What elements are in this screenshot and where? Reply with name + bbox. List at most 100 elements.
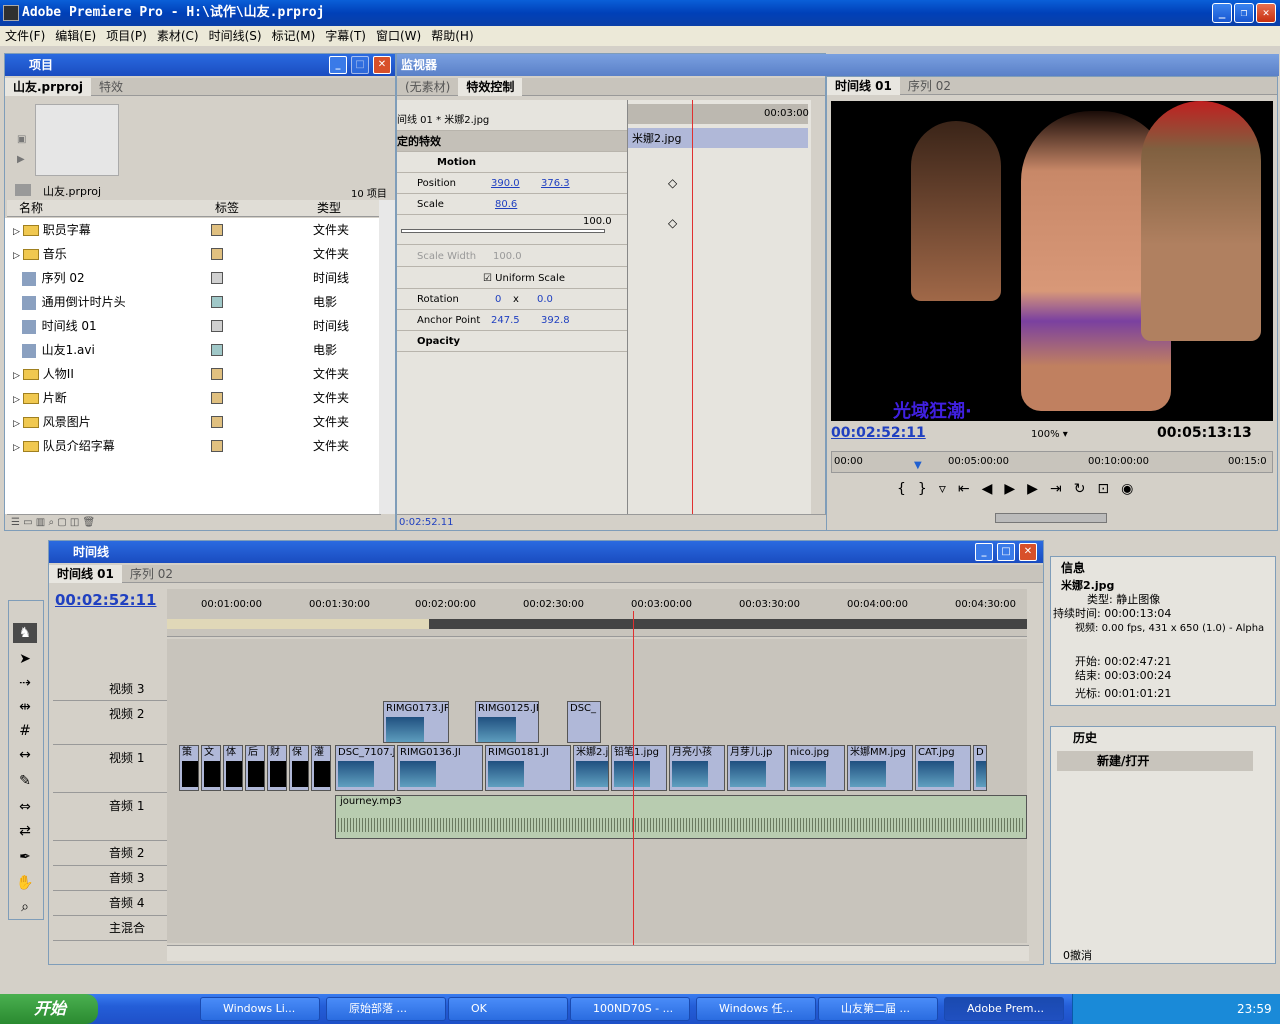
expand-icon[interactable]: ▷ bbox=[13, 227, 23, 237]
set-in-icon[interactable]: { bbox=[897, 481, 918, 497]
minimize-button[interactable]: _ bbox=[1212, 3, 1232, 23]
marker-icon[interactable]: ▿ bbox=[939, 481, 958, 497]
track-audio-4[interactable]: 音频 4 bbox=[53, 891, 167, 916]
project-item[interactable]: ▷ 音乐 文件夹 bbox=[13, 242, 357, 266]
loop-icon[interactable]: ↻ bbox=[1074, 481, 1098, 497]
find-icon[interactable]: ⌕ bbox=[48, 517, 54, 528]
premiere-tool-icon[interactable]: ♞ bbox=[13, 623, 37, 643]
column-label[interactable]: 标签 bbox=[215, 200, 239, 217]
track-video-3[interactable]: 视频 3 bbox=[53, 677, 167, 701]
rate-stretch-tool-icon[interactable]: ↔ bbox=[13, 745, 37, 765]
play-button-icon[interactable]: ▶ bbox=[1004, 481, 1027, 497]
image-clip[interactable]: DSC_7107.J bbox=[335, 745, 395, 791]
title-clip[interactable]: 策 bbox=[179, 745, 199, 791]
track-select-tool-icon[interactable]: ⇢ bbox=[13, 673, 37, 693]
history-item[interactable]: 新建/打开 bbox=[1057, 751, 1253, 771]
image-clip[interactable]: 铅笔1.jpg bbox=[611, 745, 667, 791]
column-type[interactable]: 类型 bbox=[317, 200, 341, 217]
ripple-edit-tool-icon[interactable]: ⇹ bbox=[13, 697, 37, 717]
label-swatch[interactable] bbox=[211, 344, 223, 356]
taskbar-item[interactable]: Adobe Prem... bbox=[944, 997, 1064, 1021]
image-clip[interactable]: 月芽儿.jp bbox=[727, 745, 785, 791]
expand-icon[interactable] bbox=[13, 299, 22, 309]
maximize-button[interactable]: ❐ bbox=[1234, 3, 1254, 23]
position-keyframe[interactable]: ◇ bbox=[668, 176, 677, 190]
selection-tool-icon[interactable]: ➤ bbox=[13, 649, 37, 669]
timeline-timecode[interactable]: 00:02:52:11 bbox=[55, 591, 157, 609]
go-to-in-icon[interactable]: ⇤ bbox=[958, 481, 982, 497]
menu-edit[interactable]: 编辑(E) bbox=[50, 26, 101, 46]
menu-clip[interactable]: 素材(C) bbox=[152, 26, 204, 46]
delete-icon[interactable]: 🗑 bbox=[83, 517, 96, 528]
zoom-select[interactable]: 100% ▾ bbox=[1031, 429, 1068, 440]
expand-icon[interactable]: ▷ bbox=[13, 371, 23, 381]
label-swatch[interactable] bbox=[211, 272, 223, 284]
title-clip[interactable]: 文 bbox=[201, 745, 221, 791]
taskbar-item[interactable]: 原始部落 ... bbox=[326, 997, 446, 1021]
track-master[interactable]: 主混合 bbox=[53, 916, 167, 941]
menu-title[interactable]: 字幕(T) bbox=[320, 26, 371, 46]
project-item[interactable]: ▷ 队员介绍字幕 文件夹 bbox=[13, 434, 357, 458]
expand-icon[interactable]: ▷ bbox=[13, 443, 23, 453]
project-maximize-button[interactable]: □ bbox=[351, 56, 369, 74]
expand-icon[interactable]: ▷ bbox=[13, 251, 23, 261]
track-video-1[interactable]: 视频 1 bbox=[53, 745, 167, 793]
label-swatch[interactable] bbox=[211, 392, 223, 404]
clip-v2-0[interactable]: RIMG0173.JPG bbox=[383, 701, 449, 743]
position-x-value[interactable]: 390.0 bbox=[491, 173, 520, 194]
taskbar-item[interactable]: 100ND70S - ... bbox=[570, 997, 690, 1021]
timeline-close-button[interactable]: ✕ bbox=[1019, 543, 1037, 561]
project-minimize-button[interactable]: _ bbox=[329, 56, 347, 74]
ec-playhead[interactable] bbox=[692, 100, 693, 514]
menu-timeline[interactable]: 时间线(S) bbox=[204, 26, 267, 46]
tab-timeline-main[interactable]: 时间线 01 bbox=[49, 565, 122, 583]
ec-current-time[interactable]: 0:02:52.11 bbox=[397, 517, 453, 528]
rolling-edit-tool-icon[interactable]: # bbox=[13, 721, 37, 741]
image-clip[interactable]: 米娜2.jpg bbox=[573, 745, 609, 791]
list-view-icon[interactable]: ☰ bbox=[11, 517, 20, 528]
jog-shuttle[interactable] bbox=[995, 513, 1107, 523]
timeline-scrollbar[interactable] bbox=[167, 945, 1029, 961]
project-item[interactable]: ▷ 风景图片 文件夹 bbox=[13, 410, 357, 434]
title-clip[interactable]: 体 bbox=[223, 745, 243, 791]
icon-view-icon[interactable]: ▭ bbox=[23, 517, 32, 528]
menu-marker[interactable]: 标记(M) bbox=[267, 26, 321, 46]
image-clip[interactable]: 月亮小孩 bbox=[669, 745, 725, 791]
image-clip[interactable]: nico.jpg bbox=[787, 745, 845, 791]
rotation-revolutions[interactable]: 0 bbox=[495, 289, 501, 310]
work-area-bar[interactable] bbox=[167, 619, 429, 629]
timeline-minimize-button[interactable]: _ bbox=[975, 543, 993, 561]
project-item[interactable]: 时间线 01 时间线 bbox=[13, 314, 357, 338]
set-out-icon[interactable]: } bbox=[918, 481, 939, 497]
project-item[interactable]: 序列 02 时间线 bbox=[13, 266, 357, 290]
ec-motion[interactable]: Motion bbox=[397, 152, 627, 173]
image-clip[interactable]: D bbox=[973, 745, 987, 791]
bin-icon[interactable]: ▢ bbox=[57, 517, 66, 528]
column-name[interactable]: 名称 bbox=[19, 200, 43, 217]
tab-effects[interactable]: 特效 bbox=[91, 78, 131, 96]
output-icon[interactable]: ◉ bbox=[1121, 481, 1145, 497]
slide-tool-icon[interactable]: ⇄ bbox=[13, 821, 37, 841]
step-forward-icon[interactable]: ▶ bbox=[1027, 481, 1050, 497]
menu-help[interactable]: 帮助(H) bbox=[426, 26, 478, 46]
taskbar-item[interactable]: Windows Li... bbox=[200, 997, 320, 1021]
ec-time-ruler[interactable]: 00:03:00 bbox=[628, 104, 809, 124]
menu-file[interactable]: 文件(F) bbox=[0, 26, 50, 46]
project-item[interactable]: 山友1.avi 电影 bbox=[13, 338, 357, 362]
scale-slider[interactable] bbox=[401, 229, 605, 233]
audio-clip[interactable]: journey.mp3 bbox=[335, 795, 1027, 839]
label-swatch[interactable] bbox=[211, 296, 223, 308]
program-timecode[interactable]: 00:02:52:11 bbox=[831, 425, 926, 441]
scale-keyframe[interactable]: ◇ bbox=[668, 216, 677, 230]
title-clip[interactable]: 后 bbox=[245, 745, 265, 791]
timeline-ruler[interactable]: 00:01:00:00 00:01:30:00 00:02:00:00 00:0… bbox=[167, 589, 1027, 637]
clip-v2-2[interactable]: DSC_ bbox=[567, 701, 601, 743]
image-clip[interactable]: CAT.jpg bbox=[915, 745, 971, 791]
scale-value[interactable]: 80.6 bbox=[495, 194, 517, 215]
expand-icon[interactable] bbox=[13, 347, 22, 357]
automate-icon[interactable]: ▥ bbox=[36, 517, 45, 528]
project-item[interactable]: ▷ 职员字幕 文件夹 bbox=[13, 218, 357, 242]
menu-project[interactable]: 项目(P) bbox=[101, 26, 152, 46]
uniform-scale-checkbox[interactable]: ☑ bbox=[483, 273, 492, 284]
close-button[interactable]: ✕ bbox=[1256, 3, 1276, 23]
